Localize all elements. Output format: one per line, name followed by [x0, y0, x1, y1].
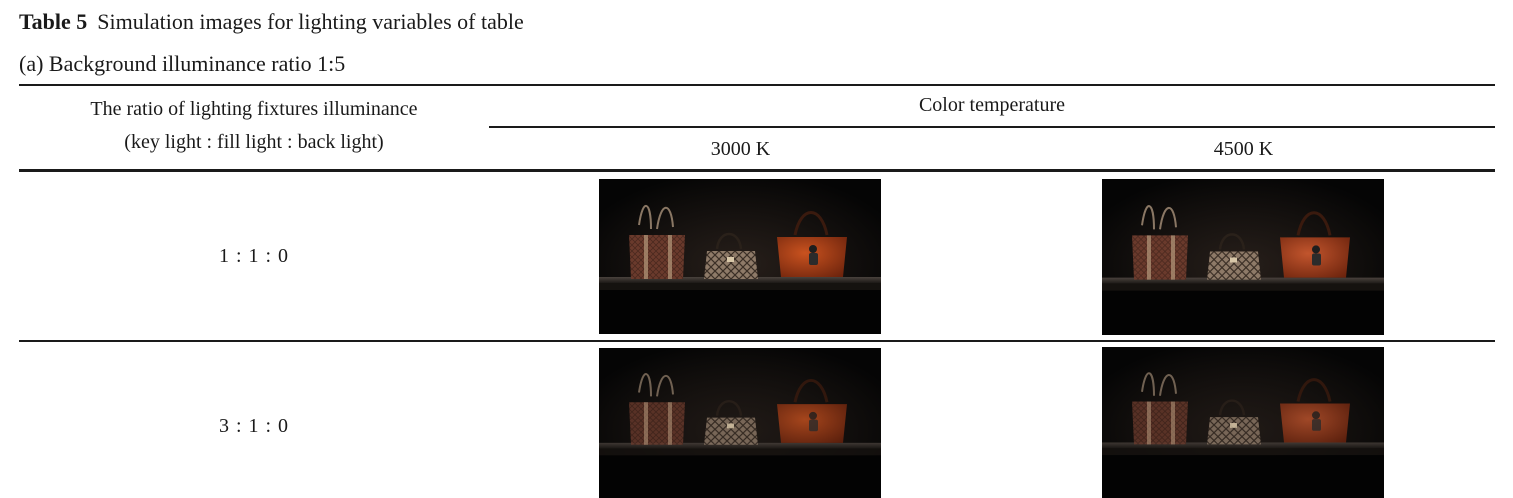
table-top-rule — [19, 84, 1495, 86]
row-ratio-label: 3 : 1 : 0 — [218, 415, 290, 437]
header-bottom-rule — [19, 169, 1495, 172]
table-subcaption: (a) Background illuminance ratio 1:5 — [19, 51, 346, 76]
color-temperature-header: Color temperature — [918, 94, 1066, 116]
simulation-image — [599, 179, 881, 334]
table-caption: Table 5 Simulation images for lighting va… — [19, 9, 524, 35]
simulation-image — [1102, 347, 1384, 498]
row-ratio-label: 1 : 1 : 0 — [218, 245, 290, 267]
ratio-header-line2: (key light : fill light : back light) — [124, 131, 384, 153]
column-header-3000k: 3000 K — [710, 138, 771, 160]
simulation-image — [599, 348, 881, 498]
column-header-4500k: 4500 K — [1213, 138, 1274, 160]
table-title: Simulation images for lighting variables… — [97, 9, 524, 34]
table-label: Table 5 — [19, 9, 88, 34]
header-span-rule — [489, 126, 1495, 128]
ratio-header-line1: The ratio of lighting fixtures illuminan… — [90, 98, 418, 120]
simulation-image — [1102, 179, 1384, 335]
row-divider-rule — [19, 340, 1495, 342]
